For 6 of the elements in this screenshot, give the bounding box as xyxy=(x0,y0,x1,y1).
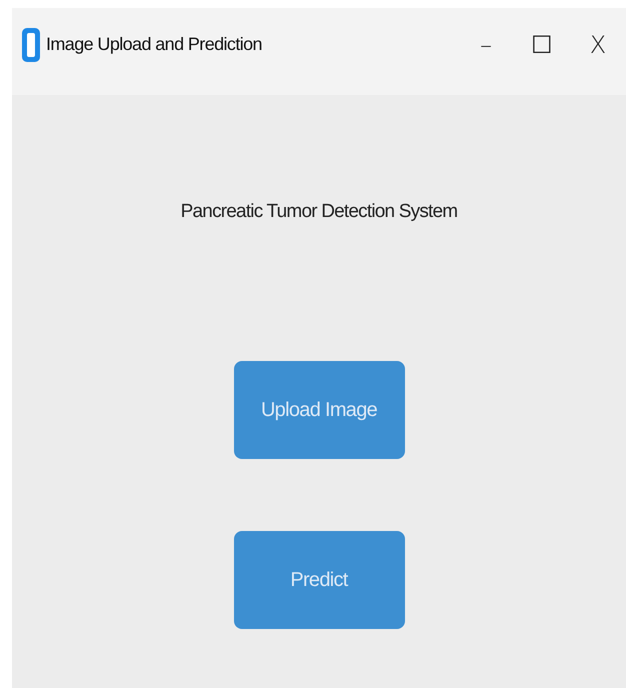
minimize-button[interactable]: – xyxy=(458,30,514,58)
close-button[interactable]: X xyxy=(570,30,626,58)
heading: Pancreatic Tumor Detection System xyxy=(180,201,458,223)
window-title: Image Upload and Prediction xyxy=(46,34,263,55)
app-icon xyxy=(22,28,40,62)
maximize-button[interactable]: ☐ xyxy=(514,30,570,58)
